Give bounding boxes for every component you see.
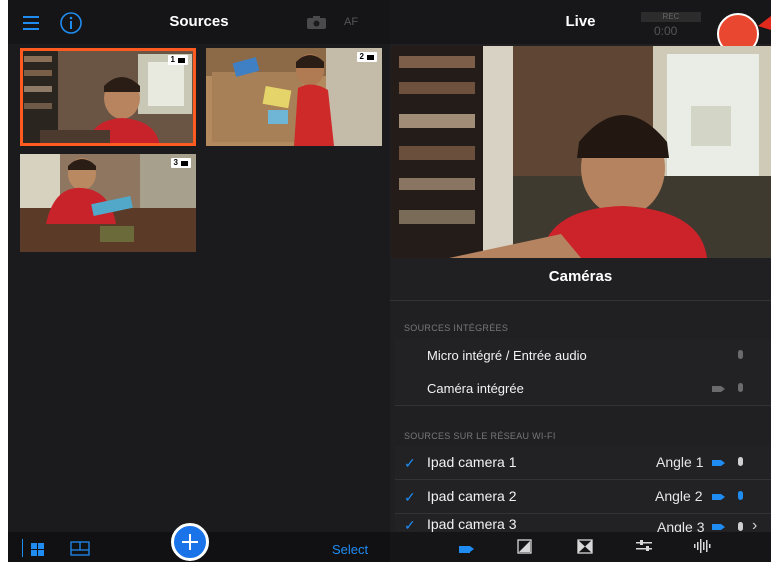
thumbnail-image	[20, 154, 196, 252]
rec-time: 0:00	[654, 24, 678, 38]
row-label: Caméra intégrée	[427, 381, 524, 396]
layout-icon[interactable]	[70, 541, 90, 556]
row-label: Micro intégré / Entrée audio	[427, 348, 587, 363]
source-row-builtin-camera[interactable]: Caméra intégrée	[395, 372, 771, 406]
live-preview[interactable]	[391, 46, 771, 258]
source-number-badge: 2	[356, 52, 377, 62]
grid-icon[interactable]	[31, 543, 44, 556]
microphone-icon[interactable]	[738, 457, 743, 466]
sliders-icon[interactable]	[636, 539, 652, 553]
microphone-icon[interactable]	[738, 350, 743, 359]
video-camera-icon[interactable]	[712, 460, 725, 466]
row-label: Ipad camera 2	[427, 488, 517, 504]
bar-divider	[22, 539, 23, 557]
preview-image	[391, 46, 771, 258]
microphone-icon[interactable]	[738, 522, 743, 531]
transition-icon[interactable]	[577, 539, 593, 554]
video-camera-icon	[367, 54, 374, 60]
source-number-badge: 3	[170, 158, 191, 168]
video-camera-icon	[181, 160, 188, 166]
source-number-badge: 1	[167, 55, 188, 65]
video-camera-icon[interactable]	[712, 386, 725, 392]
angle-label[interactable]: Angle 2	[655, 488, 702, 504]
rec-label: REC	[641, 12, 701, 22]
video-camera-icon[interactable]	[459, 546, 474, 553]
camera-icon[interactable]	[307, 16, 326, 29]
section-label-builtin: SOURCES INTÉGRÉES	[404, 323, 509, 333]
video-camera-icon	[178, 57, 185, 63]
row-label: Ipad camera 3	[427, 516, 517, 532]
add-source-button[interactable]	[171, 523, 209, 561]
select-button[interactable]: Select	[332, 542, 368, 557]
arrow-pointer-icon	[758, 16, 771, 30]
checkmark-icon[interactable]: ✓	[404, 489, 416, 506]
source-thumbnail-1[interactable]: 1	[20, 48, 196, 146]
divider	[390, 300, 771, 301]
source-thumbnail-2[interactable]: 2	[206, 48, 382, 146]
row-label: Ipad camera 1	[427, 454, 517, 470]
source-row-ipad-camera-3[interactable]: ✓ Ipad camera 3 Angle 3 ›	[395, 514, 771, 535]
plus-icon	[182, 534, 198, 550]
thumbnail-image	[206, 48, 382, 146]
video-camera-icon[interactable]	[712, 524, 725, 530]
audio-wave-icon[interactable]	[693, 539, 713, 553]
source-row-ipad-camera-1[interactable]: ✓ Ipad camera 1 Angle 1	[395, 446, 771, 480]
sources-title: Sources	[169, 13, 229, 30]
autofocus-button[interactable]: AF	[344, 16, 358, 28]
microphone-icon[interactable]	[738, 383, 743, 392]
live-title: Live	[565, 13, 596, 30]
image-edit-icon[interactable]	[517, 539, 532, 554]
source-row-builtin-mic[interactable]: Micro intégré / Entrée audio	[395, 339, 771, 373]
source-thumbnail-3[interactable]: 3	[20, 154, 196, 252]
checkmark-icon[interactable]: ✓	[404, 455, 416, 472]
source-row-ipad-camera-2[interactable]: ✓ Ipad camera 2 Angle 2	[395, 480, 771, 514]
section-label-wifi: SOURCES SUR LE RÉSEAU WI-FI	[404, 431, 556, 441]
microphone-icon[interactable]	[738, 491, 743, 500]
cameras-title: Caméras	[548, 268, 613, 285]
video-camera-icon[interactable]	[712, 494, 725, 500]
angle-label[interactable]: Angle 1	[656, 454, 703, 470]
